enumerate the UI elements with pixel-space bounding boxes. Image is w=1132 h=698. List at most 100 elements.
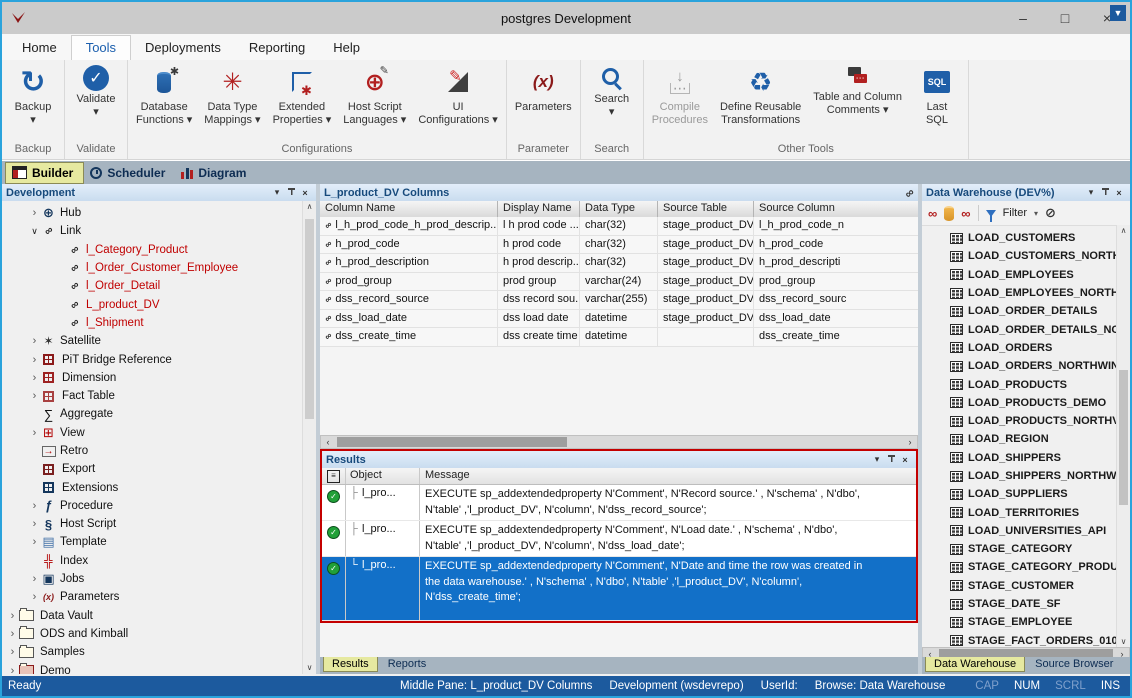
browser-table-row[interactable]: LOAD_UNIVERSITIES_API <box>922 522 1117 540</box>
ribbon-button[interactable]: Table and Column Comments ▾ <box>807 62 908 141</box>
column-row[interactable]: dss_record_source dss record sou... varc… <box>320 291 918 310</box>
tree-item[interactable]: Aggregate <box>2 405 303 423</box>
ribbon-button[interactable]: Search ▾ <box>583 62 641 141</box>
ribbon-button[interactable]: Host Script Languages ▾ <box>337 62 412 141</box>
scroll-thumb[interactable] <box>1119 370 1128 505</box>
scroll-left-icon[interactable]: ‹ <box>321 437 335 447</box>
ribbon-button[interactable]: Parameters <box>509 62 578 141</box>
expander-icon[interactable] <box>28 500 41 512</box>
pin-icon[interactable] <box>884 454 898 465</box>
filter-dropdown-icon[interactable]: ▾ <box>1034 209 1038 218</box>
browser-table-row[interactable]: STAGE_CATEGORY <box>922 540 1117 558</box>
tree-item[interactable]: Fact Table <box>2 387 303 405</box>
expander-icon[interactable] <box>28 591 41 603</box>
scroll-up-icon[interactable]: ∧ <box>303 201 316 213</box>
title-bar[interactable]: postgres Development – □ × <box>2 2 1130 34</box>
pane-menu-icon[interactable]: ▾ <box>1084 187 1098 198</box>
tree-item[interactable]: Demo <box>2 661 303 674</box>
browser-table-row[interactable]: STAGE_CUSTOMER <box>922 577 1117 595</box>
tree-item[interactable]: Samples <box>2 643 303 661</box>
ribbon-button[interactable]: Validate ▾ <box>67 62 125 141</box>
menu-tab[interactable]: Home <box>8 36 71 60</box>
bottom-tab[interactable]: Source Browser <box>1027 657 1121 671</box>
tree-item[interactable]: Satellite <box>2 332 303 350</box>
expander-icon[interactable] <box>6 665 19 674</box>
tree-item[interactable]: l_Order_Detail <box>2 277 303 295</box>
ribbon-button[interactable]: Define Reusable Transformations <box>714 62 807 141</box>
expander-icon[interactable] <box>6 610 19 622</box>
ribbon-button[interactable]: Compile Procedures <box>646 62 714 141</box>
result-row[interactable]: ├ l_pro... EXECUTE sp_addextendedpropert… <box>322 521 916 557</box>
expander-icon[interactable] <box>6 646 19 658</box>
browser-table-row[interactable]: LOAD_EMPLOYEES <box>922 266 1117 284</box>
tree-item[interactable]: PiT Bridge Reference <box>2 350 303 368</box>
expander-icon[interactable] <box>28 372 41 384</box>
browser-table-row[interactable]: LOAD_SHIPPERS <box>922 449 1117 467</box>
tree-item[interactable]: View <box>2 424 303 442</box>
tree-scrollbar[interactable]: ∧ ∨ <box>302 201 316 674</box>
column-header[interactable]: Source Table <box>658 201 754 217</box>
ribbon-button[interactable]: Extended Properties ▾ <box>267 62 338 141</box>
expander-icon[interactable] <box>28 518 41 530</box>
expander-icon[interactable] <box>28 390 41 402</box>
pane-menu-icon[interactable]: ▾ <box>270 187 284 198</box>
tree-item[interactable]: Index <box>2 552 303 570</box>
column-row[interactable]: h_prod_description h prod descrip... cha… <box>320 254 918 273</box>
browser-table-row[interactable]: LOAD_PRODUCTS_DEMO <box>922 394 1117 412</box>
filter-icon[interactable] <box>986 210 996 217</box>
database-icon[interactable] <box>944 206 954 221</box>
view-tab[interactable]: Builder <box>5 162 84 184</box>
tree-item[interactable]: Host Script <box>2 515 303 533</box>
expander-icon[interactable] <box>28 354 41 366</box>
ribbon-button[interactable]: Backup ▾ <box>4 62 62 141</box>
browser-table-row[interactable]: LOAD_SHIPPERS_NORTHW <box>922 467 1117 485</box>
pane-close-icon[interactable]: × <box>298 188 312 198</box>
tree-item[interactable]: Hub <box>2 204 303 222</box>
tree-item[interactable]: Export <box>2 460 303 478</box>
browser-table-row[interactable]: LOAD_REGION <box>922 430 1117 448</box>
browser-table-row[interactable]: LOAD_PRODUCTS <box>922 375 1117 393</box>
view-tab[interactable]: Diagram <box>175 163 256 183</box>
expander-icon[interactable] <box>6 628 19 640</box>
tree-item[interactable]: Dimension <box>2 369 303 387</box>
column-row[interactable]: dss_create_time dss create time datetime… <box>320 328 918 347</box>
horizontal-scrollbar[interactable]: ‹ › <box>320 435 918 449</box>
minimize-button[interactable]: – <box>1002 2 1044 34</box>
menu-tab[interactable]: Deployments <box>131 36 235 60</box>
browser-table-row[interactable]: STAGE_CATEGORY_PRODU <box>922 558 1117 576</box>
tree-item[interactable]: ODS and Kimball <box>2 625 303 643</box>
tree-item[interactable]: Extensions <box>2 478 303 496</box>
pin-icon[interactable] <box>284 187 298 198</box>
tree-item[interactable]: l_Order_Customer_Employee <box>2 259 303 277</box>
tree-item[interactable]: Template <box>2 533 303 551</box>
tree-item[interactable]: Retro <box>2 442 303 460</box>
column-row[interactable]: dss_load_date dss load date datetime sta… <box>320 310 918 329</box>
ribbon-button[interactable]: Last SQL <box>908 62 966 141</box>
menu-tab[interactable]: Reporting <box>235 36 319 60</box>
tree-item[interactable]: Jobs <box>2 570 303 588</box>
browser-table-row[interactable]: LOAD_CUSTOMERS <box>922 229 1117 247</box>
browser-table-row[interactable]: LOAD_ORDER_DETAILS_NO <box>922 320 1117 338</box>
maximize-button[interactable]: □ <box>1044 2 1086 34</box>
expander-icon[interactable] <box>28 573 41 585</box>
pane-close-icon[interactable]: × <box>898 455 912 465</box>
expander-icon[interactable] <box>28 536 41 548</box>
browser-table-row[interactable]: LOAD_SUPPLIERS <box>922 485 1117 503</box>
expander-icon[interactable] <box>28 335 41 347</box>
bottom-tab[interactable]: Data Warehouse <box>925 657 1025 672</box>
tree-item[interactable]: L_product_DV <box>2 295 303 313</box>
column-header[interactable]: Display Name <box>498 201 580 217</box>
ribbon-button[interactable]: Database Functions ▾ <box>130 62 198 141</box>
column-header[interactable]: Source Column <box>754 201 918 217</box>
browser-table-row[interactable]: STAGE_DATE_SF <box>922 595 1117 613</box>
message-column-header[interactable]: Message <box>420 468 916 484</box>
tree-item[interactable]: l_Shipment <box>2 314 303 332</box>
tree-item[interactable]: Data Vault <box>2 607 303 625</box>
browser-scrollbar[interactable]: ∧ ∨ <box>1116 225 1130 648</box>
scroll-up-icon[interactable]: ∧ <box>1117 225 1130 237</box>
scroll-thumb[interactable] <box>337 437 567 447</box>
bottom-tab[interactable]: Reports <box>380 657 435 671</box>
expander-icon[interactable] <box>28 207 41 219</box>
browser-table-row[interactable]: LOAD_CUSTOMERS_NORTH <box>922 247 1117 265</box>
filter-button[interactable]: Filter <box>1003 207 1027 219</box>
